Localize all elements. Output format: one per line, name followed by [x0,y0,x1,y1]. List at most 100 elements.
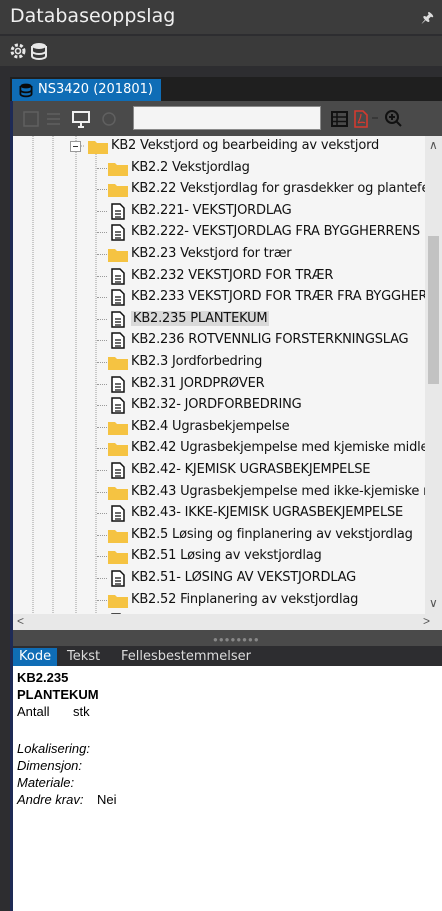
tree-connector [97,275,107,277]
tree-item-label: KB2.23 Vekstjord for trær [131,246,292,261]
folder-icon [108,356,128,370]
tree-item-label: KB2.51 Løsing av vekstjordlag [131,548,322,564]
disabled-tool-icon[interactable] [43,109,65,129]
tree-item[interactable]: KB2.22 Vekstjordlag for grasdekker og pl… [13,179,425,200]
tree-item[interactable]: KB2.51- LØSING AV VEKSTJORDLAG [13,568,425,589]
presentation-icon[interactable] [70,109,92,129]
tree-item[interactable]: KB2.52 Finplanering av vekstjordlag [13,590,425,611]
disabled-tool-icon[interactable] [99,109,121,129]
scroll-thumb[interactable] [428,236,439,384]
tree-item-label: KB2.42 Ugrasbekjempelse med kjemiske mid… [131,440,425,456]
top-toolbar [0,36,442,66]
tree-item[interactable]: KB2.42 Ugrasbekjempelse med kjemiske mid… [13,438,425,459]
tree-item-label: KB2.31 JORDPRØVER [131,375,265,391]
scroll-right-icon[interactable]: > [423,614,430,628]
tree-item[interactable]: KB2.233 VEKSTJORD FOR TRÆR FRA BYGGHER [13,287,425,308]
folder-icon [108,421,128,435]
detail-panel: KB2.235 PLANTEKUM Antall stk Lokaliserin… [13,666,442,911]
folder-icon [108,529,128,543]
tree-connector [97,340,107,342]
scroll-left-icon[interactable]: < [17,614,24,628]
pin-icon[interactable]: 🖈 [421,7,434,31]
tree-item[interactable]: KB2.5 Løsing og finplanering av vekstjor… [13,525,425,546]
tree-item[interactable]: KB2.42- KJEMISK UGRASBEKJEMPELSE [13,460,425,481]
folder-icon [108,550,128,565]
tree-item[interactable]: KB2.235 PLANTEKUM [13,309,425,330]
tree-connector [97,578,107,579]
tree-item[interactable]: KB2.221- VEKSTJORDLAG [13,201,425,222]
database-icon [18,82,34,98]
tree-item-label: KB2.5 Løsing og finplanering av vekstjor… [131,526,413,542]
tree-item[interactable]: KB2.232 VEKSTJORD FOR TRÆR [13,266,425,287]
tree-item-label: KB2.42- KJEMISK UGRASBEKJEMPELSE [131,462,371,477]
tree-item[interactable]: KB2.31 JORDPRØVER [13,374,425,395]
document-icon [111,224,125,242]
tree-connector [97,318,107,320]
pdf-icon[interactable] [350,109,372,129]
detail-lokalisering: Lokalisering: [17,741,90,756]
tree-connector [97,405,107,407]
tree-item[interactable]: KB2.222- VEKSTJORDLAG FRA BYGGHERRENS I [13,222,425,243]
scroll-down-icon[interactable]: ∨ [429,596,438,610]
tree-item[interactable]: KB2.3 Jordforbedring [13,352,425,373]
tree-vertical-scrollbar[interactable]: ∧ ∨ [425,136,442,614]
tab-fellesbestemmelser[interactable]: Fellesbestemmelser [115,648,257,666]
tree-toolbar [13,101,442,136]
detail-code: KB2.235 [17,670,69,685]
tab-kode[interactable]: Kode [13,648,58,666]
tree-item[interactable]: KB2.32- JORDFORBEDRING [13,395,425,416]
document-icon [111,311,125,328]
splitter-grip-icon: ●●●●●●●● [213,635,260,644]
tree-item[interactable]: KB2.43 Ugrasbekjempelse med ikke-kjemisk… [13,482,425,503]
window-title-bar: Databaseoppslag 🖈 [0,0,442,34]
chevron-down-icon[interactable] [370,109,380,129]
document-icon [111,462,125,479]
tree-item[interactable]: KB2.23 Vekstjord for trær [13,244,425,265]
folder-icon [108,248,128,262]
tree-connector [97,362,107,363]
settings-gear-icon[interactable] [8,41,28,61]
tree-item[interactable]: KB2.4 Ugrasbekjempelse [13,417,425,438]
tab-ns3420[interactable]: NS3420 (201801) [12,79,161,101]
tree-connector [97,167,107,169]
zoom-in-icon[interactable] [383,109,405,129]
tree-item[interactable]: KB2.2 Vekstjordlag [13,158,425,179]
detail-andre-krav-value: Nei [97,792,117,807]
document-icon [111,203,125,220]
search-input[interactable] [133,106,321,130]
detail-tabs: Kode Tekst Fellesbestemmelser [13,646,442,666]
document-icon [111,570,125,587]
tree-item-label: KB2.52 Finplanering av vekstjordlag [131,591,359,607]
tree-horizontal-scrollbar[interactable]: < > [13,614,442,630]
tab-label: NS3420 (201801) [38,82,153,97]
disabled-tool-icon[interactable] [21,109,43,129]
collapse-icon[interactable] [70,141,81,152]
tree-item-label: KB2.43 Ugrasbekjempelse med ikke-kjemisk… [131,483,425,499]
tab-tekst[interactable]: Tekst [61,648,106,666]
tree-item[interactable]: KB2.43- IKKE-KJEMISK UGRASBEKJEMPELSE [13,503,425,524]
scroll-up-icon[interactable]: ∧ [429,138,438,152]
document-tab-bar: NS3420 (201801) [10,77,442,101]
tree-connector [97,426,107,428]
detail-dimensjon: Dimensjon: [17,758,83,773]
document-icon [111,505,125,522]
tree-item-label: KB2.233 VEKSTJORD FOR TRÆR FRA BYGGHER [131,289,425,305]
tree-item-label: KB2.232 VEKSTJORD FOR TRÆR [131,267,334,283]
panel-splitter[interactable]: ●●●●●●●● [13,630,442,646]
document-icon [111,397,125,414]
tree-item-label: KB2.2 Vekstjordlag [131,159,250,175]
folder-icon [108,594,128,608]
folder-icon [108,486,128,500]
tree-item[interactable]: KB2.236 ROTVENNLIG FORSTERKNINGSLAG [13,330,425,351]
tree-root-row[interactable]: KB2 Vekstjord og bearbeiding av vekstjor… [13,136,425,157]
detail-andre-krav-label: Andre krav: [17,792,84,807]
tree-connector [97,232,107,234]
document-icon [111,267,125,285]
tree-connector [97,448,107,450]
tree-connector [97,383,107,385]
database-icon[interactable] [29,41,49,61]
document-icon [111,332,125,350]
table-icon[interactable] [329,109,351,129]
tree-item[interactable]: KB2.51 Løsing av vekstjordlag [13,546,425,567]
tree-item-label: KB2.236 ROTVENNLIG FORSTERKNINGSLAG [131,332,409,348]
